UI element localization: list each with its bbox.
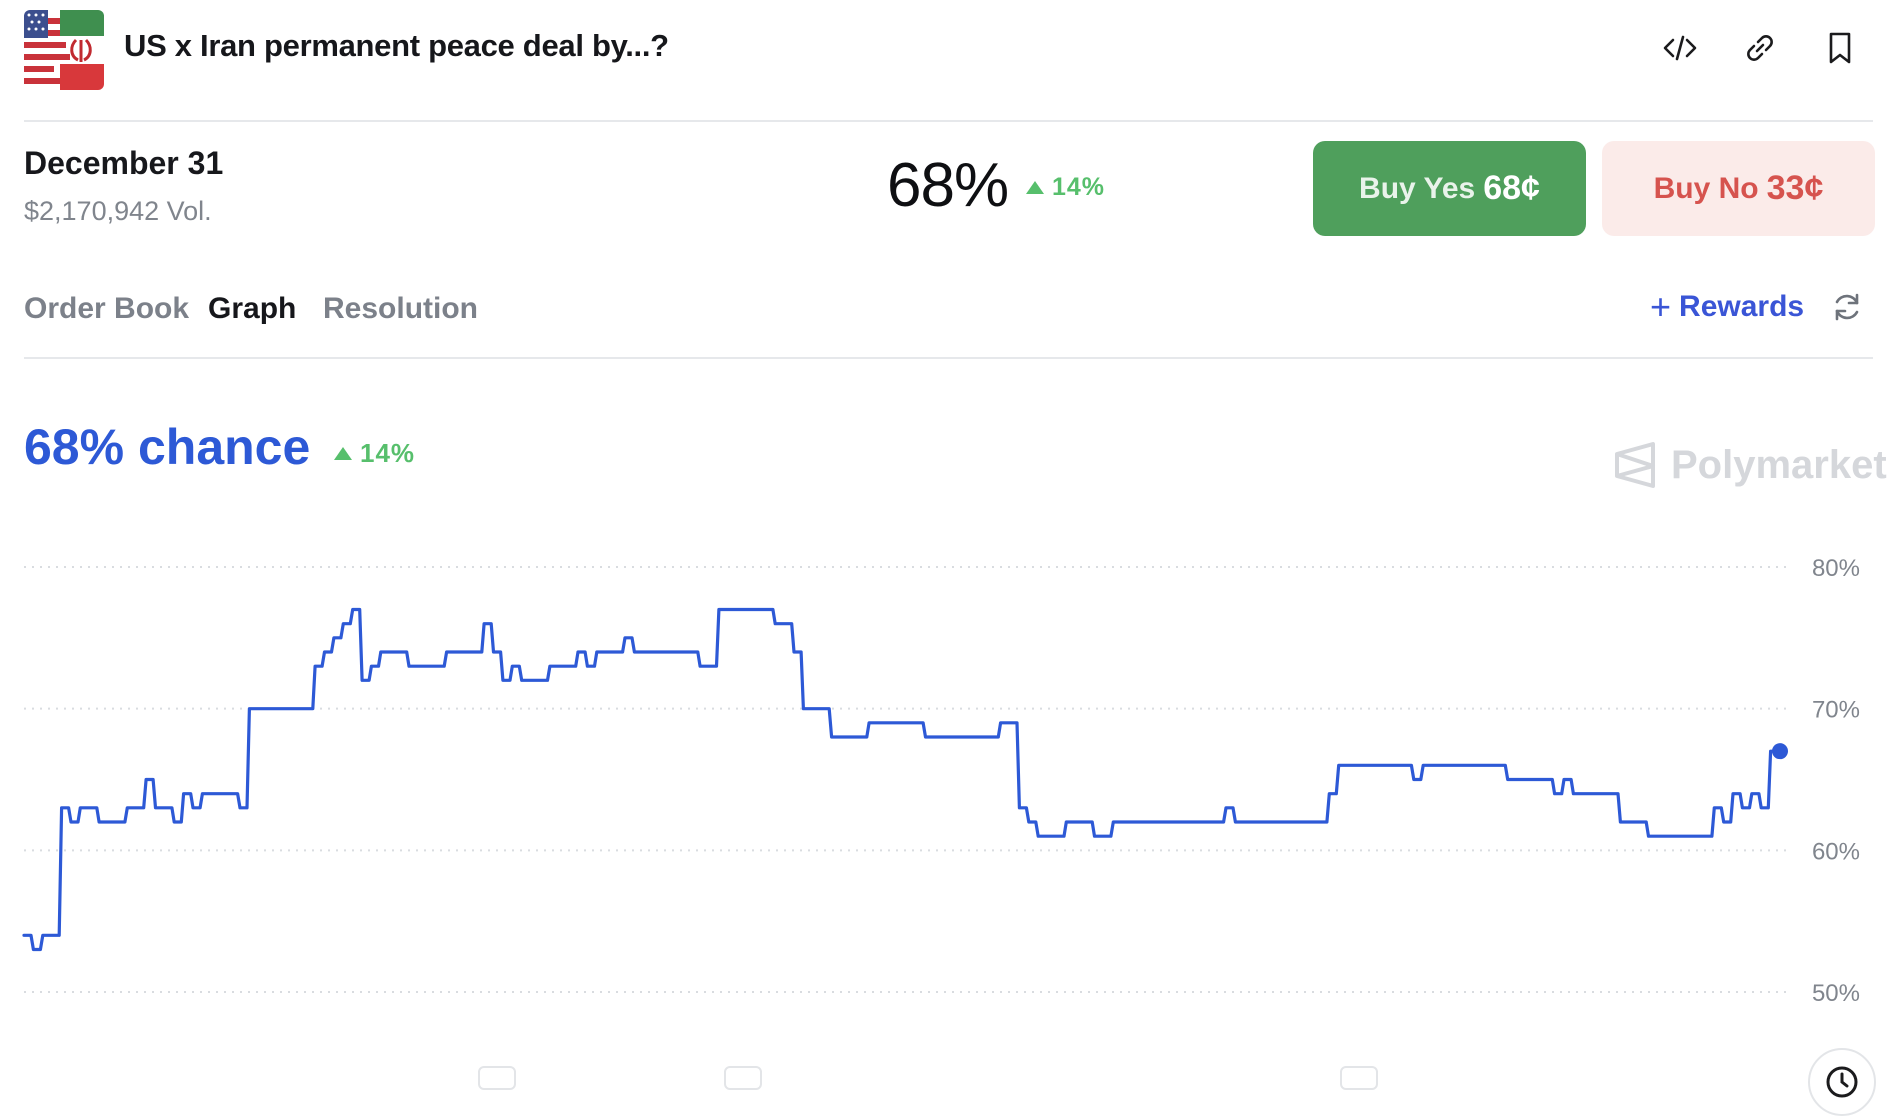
- rewards-label: Rewards: [1679, 290, 1805, 323]
- link-icon[interactable]: [1738, 26, 1782, 70]
- current-probability: 68%: [887, 151, 1009, 220]
- tabs-divider: [24, 357, 1873, 359]
- polymarket-wordmark: Polymarket: [1671, 442, 1887, 487]
- probability-chart: 80% 70% 60% 50%: [22, 555, 1860, 1007]
- buy-no-label: Buy No: [1653, 171, 1759, 205]
- market-title: US x Iran permanent peace deal by...?: [124, 28, 669, 63]
- buy-yes-price: 68¢: [1483, 169, 1540, 207]
- up-triangle-icon: [334, 447, 352, 460]
- header-divider: [24, 120, 1873, 122]
- polymarket-logo: Polymarket: [1613, 440, 1887, 490]
- buy-no-price: 33¢: [1766, 169, 1824, 207]
- time-range-button[interactable]: [1808, 1048, 1876, 1116]
- tab-graph[interactable]: Graph: [208, 292, 296, 326]
- outcome-date: December 31: [24, 145, 224, 181]
- rewards-button[interactable]: + Rewards: [1650, 286, 1805, 327]
- up-triangle-icon: [1026, 181, 1044, 194]
- chance-change-value: 14%: [360, 438, 416, 468]
- polymarket-mark-icon: [1615, 442, 1655, 488]
- probability-line: [22, 607, 1782, 952]
- probability-change-value: 14%: [1052, 173, 1106, 201]
- y-tick-label: 80%: [1812, 555, 1860, 582]
- time-range-marker[interactable]: [1340, 1066, 1378, 1090]
- time-range-marker[interactable]: [478, 1066, 516, 1090]
- y-tick-label: 50%: [1812, 980, 1860, 1007]
- current-value-dot: [1772, 743, 1788, 760]
- probability-change: 14%: [1026, 173, 1105, 202]
- tab-order-book[interactable]: Order Book: [24, 292, 189, 326]
- plus-icon: +: [1650, 286, 1672, 327]
- chance-change: 14%: [334, 438, 415, 469]
- buy-yes-label: Buy Yes: [1359, 171, 1476, 205]
- refresh-icon[interactable]: [1830, 290, 1870, 330]
- volume-label: $2,170,942 Vol.: [24, 196, 212, 226]
- market-thumbnail: [24, 10, 104, 90]
- y-tick-label: 60%: [1812, 838, 1860, 865]
- buy-no-button[interactable]: Buy No 33¢: [1602, 141, 1875, 236]
- chance-heading: 68% chance: [24, 419, 311, 475]
- tab-resolution[interactable]: Resolution: [323, 292, 478, 326]
- y-tick-label: 70%: [1812, 697, 1860, 724]
- time-range-marker[interactable]: [724, 1066, 762, 1090]
- bookmark-icon[interactable]: [1818, 26, 1862, 70]
- clock-icon: [1826, 1066, 1858, 1098]
- buy-yes-button[interactable]: Buy Yes 68¢: [1313, 141, 1586, 236]
- embed-code-icon[interactable]: [1658, 26, 1702, 70]
